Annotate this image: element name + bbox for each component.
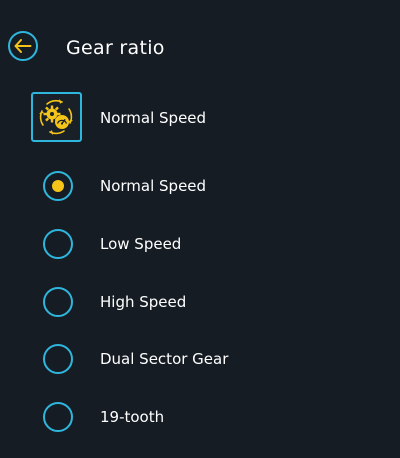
option-dual-sector-gear[interactable]: Dual Sector Gear <box>0 334 400 384</box>
option-normal-speed[interactable]: Normal Speed <box>0 161 400 211</box>
current-gear-ratio-badge <box>31 92 82 142</box>
option-high-speed[interactable]: High Speed <box>0 277 400 327</box>
option-label: High Speed <box>100 293 187 311</box>
page-title: Gear ratio <box>66 37 165 59</box>
gear-ratio-screen: Gear ratio Normal Speed Normal Speed Low… <box>0 0 400 458</box>
radio-button[interactable] <box>43 229 73 259</box>
option-low-speed[interactable]: Low Speed <box>0 219 400 269</box>
option-label: Low Speed <box>100 235 182 253</box>
option-label: 19-tooth <box>100 408 165 426</box>
radio-selected-dot <box>52 180 64 192</box>
current-selection-label: Normal Speed <box>100 109 207 127</box>
option-label: Normal Speed <box>100 177 207 195</box>
back-button[interactable] <box>8 31 38 61</box>
radio-button[interactable] <box>43 402 73 432</box>
radio-button[interactable] <box>43 344 73 374</box>
radio-button[interactable] <box>43 287 73 317</box>
radio-button[interactable] <box>43 171 73 201</box>
option-19-tooth[interactable]: 19-tooth <box>0 392 400 442</box>
option-label: Dual Sector Gear <box>100 350 229 368</box>
gear-ratio-icon <box>39 99 73 135</box>
arrow-left-icon <box>14 39 32 53</box>
